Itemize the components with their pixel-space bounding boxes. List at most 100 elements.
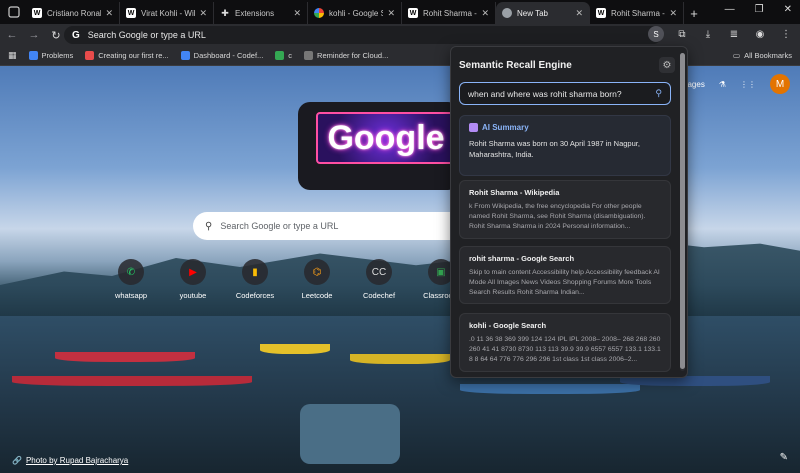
bookmark-label: Dashboard - Codef... [193, 51, 264, 60]
shortcut-label: whatsapp [114, 291, 148, 300]
back-icon[interactable]: ← [2, 25, 22, 45]
boat [460, 384, 640, 394]
folder-icon: ▭ [732, 51, 741, 60]
apps-grid-icon[interactable]: ▦ [8, 50, 17, 61]
tab-strip: WCristiano Ronaldo✕WVirat Kohli - Wikip✕… [0, 0, 800, 24]
labs-icon[interactable]: ⚗ [719, 80, 726, 89]
wikipedia-icon: W [596, 8, 606, 18]
profile-icon[interactable]: ◉ [752, 26, 768, 42]
reload-icon[interactable]: ↻ [46, 25, 66, 45]
bookmark-item[interactable]: c [275, 51, 292, 60]
codechef-icon: CC [366, 259, 392, 285]
toolbar-actions: S ⧉ ⤓ ≣ ◉ ⋮ [648, 26, 794, 42]
close-tab-icon[interactable]: ✕ [669, 8, 677, 19]
close-tab-icon[interactable]: ✕ [387, 8, 395, 19]
popup-scrollbar[interactable] [680, 53, 685, 371]
tab-0[interactable]: W Cristiano Ronaldo✕ [26, 2, 120, 24]
account-avatar[interactable]: M [770, 74, 790, 94]
link-icon: 🔗 [12, 456, 22, 465]
bookmark-item[interactable]: Creating our first re... [85, 51, 169, 60]
tab-list: WCristiano Ronaldo✕WVirat Kohli - Wikip✕… [26, 2, 684, 24]
shortcut-codeforces[interactable]: ▮ Codeforces [224, 259, 286, 300]
new-tab-button[interactable]: + [684, 2, 704, 24]
leetcode-icon: ⌬ [304, 259, 330, 285]
photo-credit-link[interactable]: 🔗 Photo by Rupad Bajracharya [12, 456, 128, 465]
tab-title: kohli - Google Se [329, 8, 384, 18]
shortcut-label: Codeforces [235, 291, 275, 300]
bookmark-favicon-icon [275, 51, 285, 60]
toolbar: ← → ↻ G Search Google or type a URL S ⧉ … [0, 24, 800, 46]
ai-summary-header: AI Summary [469, 123, 661, 132]
search-icon[interactable]: ⚲ [655, 88, 662, 99]
result-snippet: .0 11 36 38 369 399 124 124 IPL IPL 2008… [469, 336, 661, 364]
scrollbar-thumb[interactable] [680, 53, 685, 369]
close-tab-icon[interactable]: ✕ [481, 8, 489, 19]
omnibox[interactable]: G Search Google or type a URL [64, 26, 662, 44]
forward-icon[interactable]: → [24, 25, 44, 45]
shortcut-youtube[interactable]: ▶ youtube [162, 259, 224, 300]
minimize-icon[interactable]: — [725, 4, 735, 15]
wikipedia-icon: W [408, 8, 418, 18]
tab-search-icon [8, 6, 20, 18]
semantic-recall-popup: Semantic Recall Engine ⚙ when and where … [450, 46, 688, 378]
shortcut-leetcode[interactable]: ⌬ Leetcode [286, 259, 348, 300]
bookmark-item[interactable]: Dashboard - Codef... [180, 51, 264, 60]
close-tab-icon[interactable]: ✕ [105, 8, 113, 19]
shortcut-codechef[interactable]: CC Codechef [348, 259, 410, 300]
boat [300, 404, 400, 464]
youtube-icon: ▶ [180, 259, 206, 285]
bookmark-label: c [288, 51, 293, 60]
shortcut-whatsapp[interactable]: ✆ whatsapp [100, 259, 162, 300]
semantic-recall-extension-icon[interactable]: S [648, 26, 664, 42]
extensions-puzzle-icon[interactable]: ⧉ [674, 26, 690, 42]
tab-1[interactable]: W Virat Kohli - Wikip ✕ [120, 2, 214, 24]
bookmark-favicon-icon [28, 51, 38, 60]
close-tab-icon[interactable]: ✕ [199, 8, 207, 19]
all-bookmarks-label: All Bookmarks [744, 51, 792, 60]
ntp-search-box[interactable]: ⚲ Search Google or type a URL [193, 212, 463, 240]
google-doodle[interactable]: Google [298, 102, 460, 190]
result-card[interactable]: Rohit Sharma - Wikipedia k From Wikipedi… [459, 180, 671, 239]
reading-list-icon[interactable]: ≣ [726, 26, 742, 42]
tab-3[interactable]: kohli - Google Se✕ [308, 2, 402, 24]
tab-5[interactable]: New Tab ✕ [496, 2, 590, 24]
google-apps-icon[interactable]: ⋮⋮ [740, 80, 756, 89]
all-bookmarks-button[interactable]: ▭ All Bookmarks [733, 51, 792, 60]
window-controls: — ❐ ✕ [725, 4, 792, 15]
tab-title: New Tab [517, 8, 548, 18]
search-icon: ⚲ [205, 220, 213, 232]
boat [350, 354, 450, 364]
close-tab-icon[interactable]: ✕ [575, 8, 583, 19]
puzzle-icon: ✚ [221, 7, 229, 18]
close-tab-icon[interactable]: ✕ [293, 8, 301, 19]
settings-gear-icon[interactable]: ⚙ [659, 57, 675, 73]
result-card[interactable]: rohit sharma - Google Search Skip to mai… [459, 246, 671, 304]
result-title: Rohit Sharma - Wikipedia [469, 188, 560, 197]
bookmark-item[interactable]: Problems [28, 51, 74, 60]
boat [260, 344, 330, 354]
boat [55, 352, 195, 362]
ntp-search-placeholder: Search Google or type a URL [220, 221, 339, 231]
wikipedia-icon: W [126, 8, 136, 18]
result-card[interactable]: kohli - Google Search .0 11 36 38 369 39… [459, 313, 671, 372]
ntp-header-links: Images ⚗ ⋮⋮ M [679, 74, 790, 94]
result-title: kohli - Google Search [469, 321, 547, 330]
bookmark-item[interactable]: Reminder for Cloud... [304, 51, 388, 60]
close-window-icon[interactable]: ✕ [784, 4, 792, 15]
maximize-icon[interactable]: ❐ [755, 4, 764, 15]
tab-title: Cristiano Ronaldo [47, 8, 102, 18]
tab-search-button[interactable] [4, 2, 24, 22]
bookmark-label: Reminder for Cloud... [317, 51, 389, 60]
tab-4[interactable]: W Rohit Sharma - W ✕ [402, 2, 496, 24]
download-icon[interactable]: ⤓ [700, 26, 716, 42]
query-input[interactable]: when and where was rohit sharma born? ⚲ [459, 82, 671, 105]
ai-summary-text: Rohit Sharma was born on 30 April 1987 i… [469, 139, 640, 159]
google-icon [314, 8, 324, 18]
popup-header: Semantic Recall Engine ⚙ [459, 57, 675, 73]
tab-6[interactable]: W Rohit Sharma - W ✕ [590, 2, 684, 24]
menu-icon[interactable]: ⋮ [778, 26, 794, 42]
tab-2[interactable]: ✚ Extensions ✕ [214, 2, 308, 24]
bookmark-label: Problems [41, 51, 74, 60]
customize-pencil-icon[interactable]: ✎ [780, 452, 788, 463]
bookmark-favicon-icon [304, 51, 314, 60]
